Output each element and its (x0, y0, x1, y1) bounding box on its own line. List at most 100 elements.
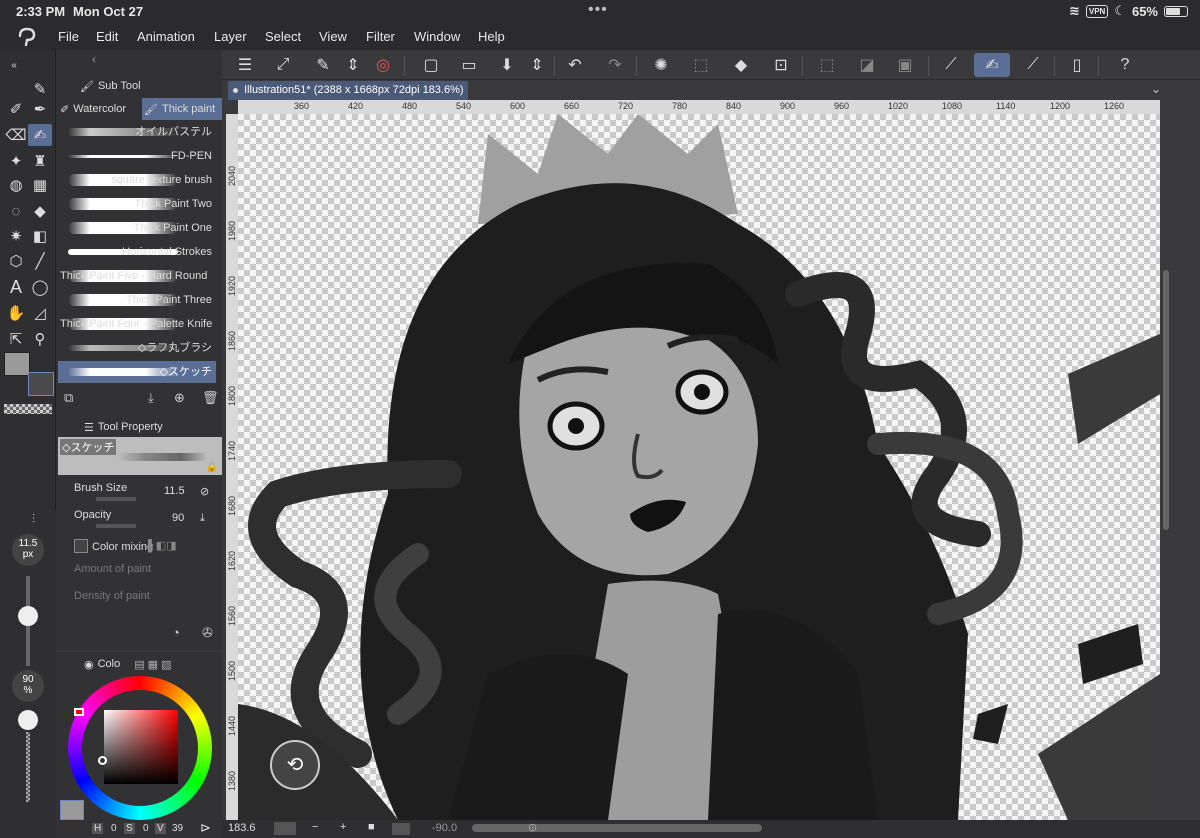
main-color-swatch[interactable] (4, 352, 30, 376)
menu-select[interactable]: Select (265, 29, 301, 44)
invert-selection-icon[interactable]: ◪ (854, 53, 880, 77)
tab-list-chevron-icon[interactable]: ⌄ (1151, 82, 1161, 96)
rotation-value[interactable]: -90.0 (432, 822, 457, 834)
ruler-tool-icon[interactable]: ◿ (28, 302, 52, 324)
selection-border-icon[interactable]: ▣ (892, 53, 918, 77)
fill-layer-icon[interactable]: ◆ (728, 53, 754, 77)
subtool-item[interactable]: Thick Paint Five - Hard Round (58, 265, 216, 287)
opacity-slider[interactable] (96, 524, 136, 528)
subtool-item[interactable]: Thick Paint Two (58, 193, 216, 215)
save-options-chevron-icon[interactable]: ⇕ (524, 53, 550, 77)
color-picker-handle[interactable] (98, 756, 107, 765)
gradient-tool-icon[interactable]: ◧ (28, 225, 52, 247)
lasso-tool-icon[interactable]: ◌ (4, 200, 28, 222)
brush-mode-icon[interactable]: ✍ (974, 53, 1010, 77)
deselect-icon[interactable]: ⬚ (814, 53, 840, 77)
transform-icon[interactable]: ⊡ (768, 53, 794, 77)
fill-tool-icon[interactable]: ◆ (28, 200, 52, 222)
tab-watercolor[interactable]: ✐ Watercolor (60, 98, 140, 120)
subtool-item[interactable]: square texture brush (58, 169, 216, 191)
redo-icon[interactable]: ↷ (602, 53, 628, 77)
saturation-value-square[interactable] (104, 710, 178, 784)
move-tool-icon[interactable]: ⇱ (4, 328, 28, 350)
magic-wand-icon[interactable]: ✷ (4, 225, 28, 247)
clear-layer-icon[interactable]: ⬚ (688, 53, 714, 77)
menu-file[interactable]: File (58, 29, 79, 44)
app-share-icon[interactable]: ◎ (370, 53, 396, 77)
pen-tool-icon[interactable]: ✎ (28, 78, 52, 100)
canvas-tab[interactable]: Illustration51* (2388 x 1668px 72dpi 183… (228, 81, 468, 100)
hand-tool-icon[interactable]: ✋ (4, 302, 28, 324)
menu-edit[interactable]: Edit (96, 29, 118, 44)
color-panel-tab[interactable]: ◉ Colo ▤ ▦ ▨ (84, 654, 172, 674)
subtool-delete-icon[interactable]: 🗑 (202, 390, 219, 406)
smartphone-icon[interactable]: ▯ (1064, 53, 1090, 77)
reset-icon[interactable]: ◔ (172, 625, 180, 640)
undo-icon[interactable]: ↶ (562, 53, 588, 77)
zoom-out-icon[interactable]: − (312, 821, 318, 833)
updown-chevron-icon[interactable]: ⇕ (340, 53, 366, 77)
drawing-canvas[interactable]: ⟲ (238, 114, 1160, 820)
tab-thick-paint[interactable]: 🖌 Thick paint (142, 98, 222, 120)
menu-help[interactable]: Help (478, 29, 505, 44)
fit-screen-icon[interactable]: ⤢ (270, 53, 296, 77)
opacity-slider-track[interactable] (26, 732, 30, 802)
marker-tool-icon[interactable]: ✒ (28, 98, 52, 120)
scroll-thumb[interactable] (1163, 270, 1169, 530)
pencil-tool-icon[interactable]: ✐ (4, 98, 28, 120)
text-tool-icon[interactable]: A (4, 276, 28, 298)
brush-size-link-icon[interactable]: ⊘ (200, 485, 209, 498)
subtool-panel-tab[interactable]: 🖌 Sub Tool (80, 76, 141, 96)
eraser-tool-icon[interactable]: ⌫ (4, 124, 28, 146)
hue-handle[interactable] (74, 708, 84, 716)
subtool-item[interactable]: Thick Paint Four - Palette Knife (58, 313, 216, 335)
eyedropper-tool-icon[interactable]: ⚲ (28, 328, 52, 350)
opacity-link-icon[interactable]: ⤓ (200, 512, 205, 525)
menu-layer[interactable]: Layer (214, 29, 247, 44)
collapse-left-icon[interactable]: ‹ (92, 52, 96, 66)
menu-view[interactable]: View (319, 29, 347, 44)
subtool-settings-icon[interactable]: ⧉ (64, 390, 73, 406)
tool-property-tab[interactable]: ☰ Tool Property (84, 417, 163, 437)
opacity-slider-knob[interactable] (18, 710, 38, 730)
app-logo-icon[interactable] (16, 27, 38, 47)
eraser-mode-icon[interactable]: ⟋ (1020, 53, 1046, 77)
help-icon[interactable]: ? (1112, 53, 1138, 77)
edit-layer-icon[interactable]: ✎ (310, 53, 336, 77)
sub-color-swatch[interactable] (28, 372, 54, 396)
open-folder-icon[interactable]: ▭ (456, 53, 482, 77)
hue-ring[interactable] (68, 676, 212, 820)
rotation-slider[interactable] (472, 824, 762, 832)
rotate-canvas-button[interactable]: ⟲ (270, 740, 320, 790)
rotation-knob-icon[interactable]: ⊙ (528, 821, 537, 834)
brush-tool-icon[interactable]: ✍ (28, 124, 52, 146)
size-slider-knob[interactable] (18, 606, 38, 626)
hamburger-menu-icon[interactable]: ☰ (232, 53, 258, 77)
lock-icon[interactable]: 🔒 (206, 462, 218, 473)
pen-mode-icon[interactable]: ⟋ (938, 53, 964, 77)
line-tool-icon[interactable]: ╱ (28, 250, 52, 272)
airbrush-tool-icon[interactable]: ♜ (28, 150, 52, 172)
brush-size-slider[interactable] (96, 497, 136, 501)
blend-tool-icon[interactable]: ◍ (4, 174, 28, 196)
menu-animation[interactable]: Animation (137, 29, 195, 44)
subtool-item[interactable]: オイルパステル (58, 121, 216, 143)
fit-icon[interactable]: ■ (368, 821, 375, 833)
color-mixing-checkbox[interactable] (74, 539, 88, 553)
subtool-download-icon[interactable]: ⤓ (148, 390, 154, 406)
subtool-item[interactable]: ◇ラフ丸ブラシ (58, 337, 216, 359)
zoom-in-icon[interactable]: + (340, 821, 346, 833)
subtool-item[interactable]: Horizontal Strokes (58, 241, 216, 263)
mixing-mode-icons[interactable]: ▌◧◨ (148, 539, 177, 552)
3d-tool-icon[interactable]: ⬡ (4, 250, 28, 272)
brush-size-value[interactable]: 11.5 (164, 485, 185, 497)
subtool-item[interactable]: Thick Paint Three (58, 289, 216, 311)
collapse-icon[interactable]: « (2, 54, 26, 76)
subtool-item[interactable]: Thick Paint One (58, 217, 216, 239)
play-icon[interactable]: ⊳ (200, 820, 211, 836)
transparent-color-swatch[interactable] (4, 404, 52, 414)
slider-settings-icon[interactable]: ⫶ (32, 512, 35, 527)
loading-spinner-icon[interactable]: ✺ (648, 53, 674, 77)
color-swatch-mini[interactable] (60, 800, 84, 820)
vertical-scrollbar[interactable] (1160, 100, 1172, 820)
